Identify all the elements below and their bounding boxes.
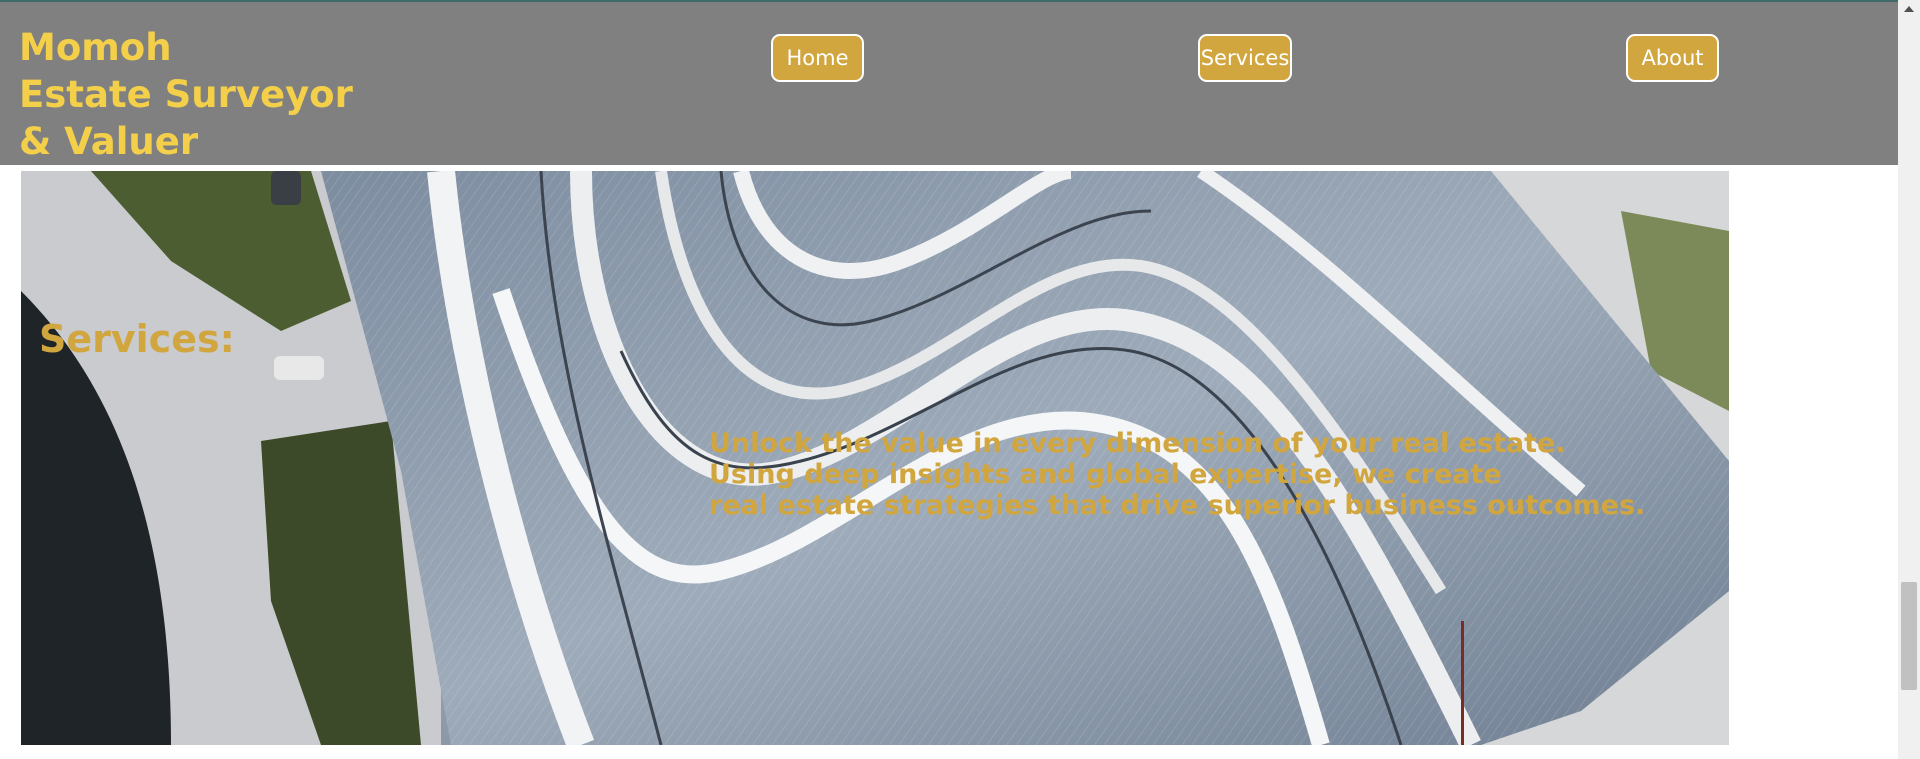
- brand-logo-text[interactable]: Momoh Estate Surveyor & Valuer: [19, 24, 353, 165]
- services-hero: Services: Unlock the value in every dime…: [21, 171, 1729, 745]
- services-description: Unlock the value in every dimension of y…: [709, 428, 1646, 521]
- nav-services-button[interactable]: Services: [1198, 34, 1292, 82]
- nav-about-button[interactable]: About: [1626, 34, 1719, 82]
- site-header: Momoh Estate Surveyor & Valuer Home Serv…: [0, 2, 1898, 165]
- nav-home-button[interactable]: Home: [771, 34, 864, 82]
- scroll-up-arrow-icon[interactable]: [1904, 6, 1914, 12]
- services-title: Services:: [39, 317, 235, 361]
- scrollbar-thumb[interactable]: [1901, 582, 1917, 690]
- vertical-scrollbar[interactable]: [1898, 0, 1920, 759]
